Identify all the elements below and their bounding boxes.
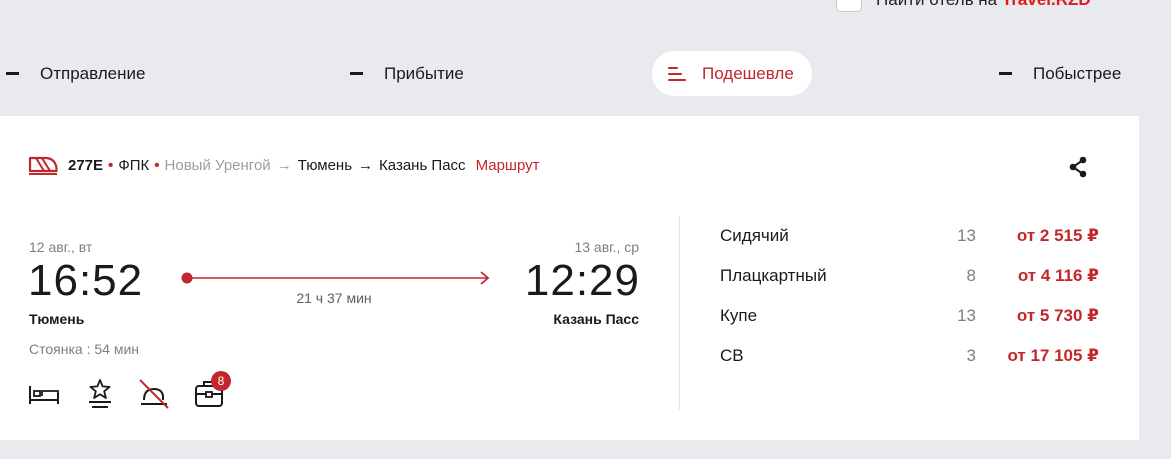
route-link[interactable]: Маршрут	[476, 157, 540, 174]
seats-count: 8	[966, 266, 976, 285]
sort-departure-label: Отправление	[40, 63, 146, 83]
car-class: Плацкартный	[720, 266, 827, 285]
sort-departure[interactable]: Отправление	[6, 51, 145, 96]
journey-line	[181, 271, 490, 285]
sort-arrival-label: Прибытие	[384, 63, 464, 83]
departure-date: 12 авг., вт	[29, 239, 93, 255]
baggage-count-badge: 8	[211, 371, 231, 391]
fare-row[interactable]: Сидячий 13 от 2 515 ₽	[720, 222, 1100, 262]
sort-ascending-icon	[668, 66, 686, 81]
separator-dot: •	[154, 156, 160, 174]
fare-row[interactable]: Плацкартный 8 от 4 116 ₽	[720, 262, 1100, 302]
carrier: ФПК	[118, 156, 150, 174]
sort-faster[interactable]: Побыстрее	[999, 51, 1121, 96]
fare-price: от 2 515 ₽	[1016, 226, 1099, 245]
fare-price: от 17 105 ₽	[1007, 346, 1099, 365]
sort-cheaper-label: Подешевле	[702, 63, 794, 83]
separator-dot: •	[108, 156, 114, 174]
car-class: Купе	[720, 306, 758, 325]
fare-row[interactable]: Купе 13 от 5 730 ₽	[720, 302, 1100, 342]
sort-cheaper[interactable]: Подешевле	[652, 51, 812, 96]
no-sleep-icon[interactable]	[138, 376, 170, 410]
departure-station: Тюмень	[29, 311, 85, 327]
fare-row[interactable]: СВ 3 от 17 105 ₽	[720, 342, 1100, 382]
sort-toggle-icon	[6, 72, 19, 75]
share-icon[interactable]	[1068, 156, 1088, 178]
sort-bar: Отправление Прибытие Подешевле Побыстрее	[0, 51, 1171, 96]
star-service-icon[interactable]	[86, 376, 114, 410]
fare-price: от 5 730 ₽	[1016, 306, 1099, 325]
fare-price: от 4 116 ₽	[1017, 266, 1099, 285]
seats-count: 13	[957, 306, 976, 325]
stop-duration: Стоянка : 54 мин	[29, 341, 139, 357]
car-class: Сидячий	[720, 226, 789, 245]
find-hotel-label: Найти отель на Travel.RZD	[876, 0, 1091, 10]
sort-faster-label: Побыстрее	[1033, 63, 1122, 83]
train-card[interactable]: 277Е • ФПК • Новый Уренгой → Тюмень → Ка…	[0, 116, 1139, 440]
arrival-time: 12:29	[524, 256, 640, 305]
car-class: СВ	[720, 346, 744, 365]
find-hotel-checkbox[interactable]	[836, 0, 862, 12]
travel-rzd-link[interactable]: Travel.RZD	[1002, 0, 1091, 9]
route-origin: Новый Уренгой	[164, 156, 271, 174]
sort-toggle-icon	[999, 72, 1012, 75]
route-destination: Казань Пасс	[379, 156, 466, 174]
divider	[679, 216, 680, 410]
travel-duration: 21 ч 37 мин	[296, 290, 372, 306]
arrival-date: 13 авг., ср	[574, 239, 639, 255]
bed-icon[interactable]	[28, 376, 60, 410]
arrival-station: Казань Пасс	[553, 311, 639, 327]
route-via: Тюмень	[297, 156, 353, 174]
arrow-icon: →	[358, 156, 374, 174]
fare-list: Сидячий 13 от 2 515 ₽ Плацкартный 8 от 4…	[720, 222, 1100, 382]
train-route-header: 277Е • ФПК • Новый Уренгой → Тюмень → Ка…	[28, 154, 540, 176]
seats-count: 13	[957, 226, 976, 245]
train-number: 277Е	[68, 156, 104, 174]
arrow-icon: →	[276, 156, 292, 174]
seats-count: 3	[966, 346, 976, 365]
train-icon	[28, 156, 58, 175]
sort-arrival[interactable]: Прибытие	[350, 51, 464, 96]
departure-time: 16:52	[28, 256, 144, 305]
find-hotel-option[interactable]: Найти отель на Travel.RZD	[836, 0, 1091, 12]
sort-toggle-icon	[350, 72, 363, 75]
